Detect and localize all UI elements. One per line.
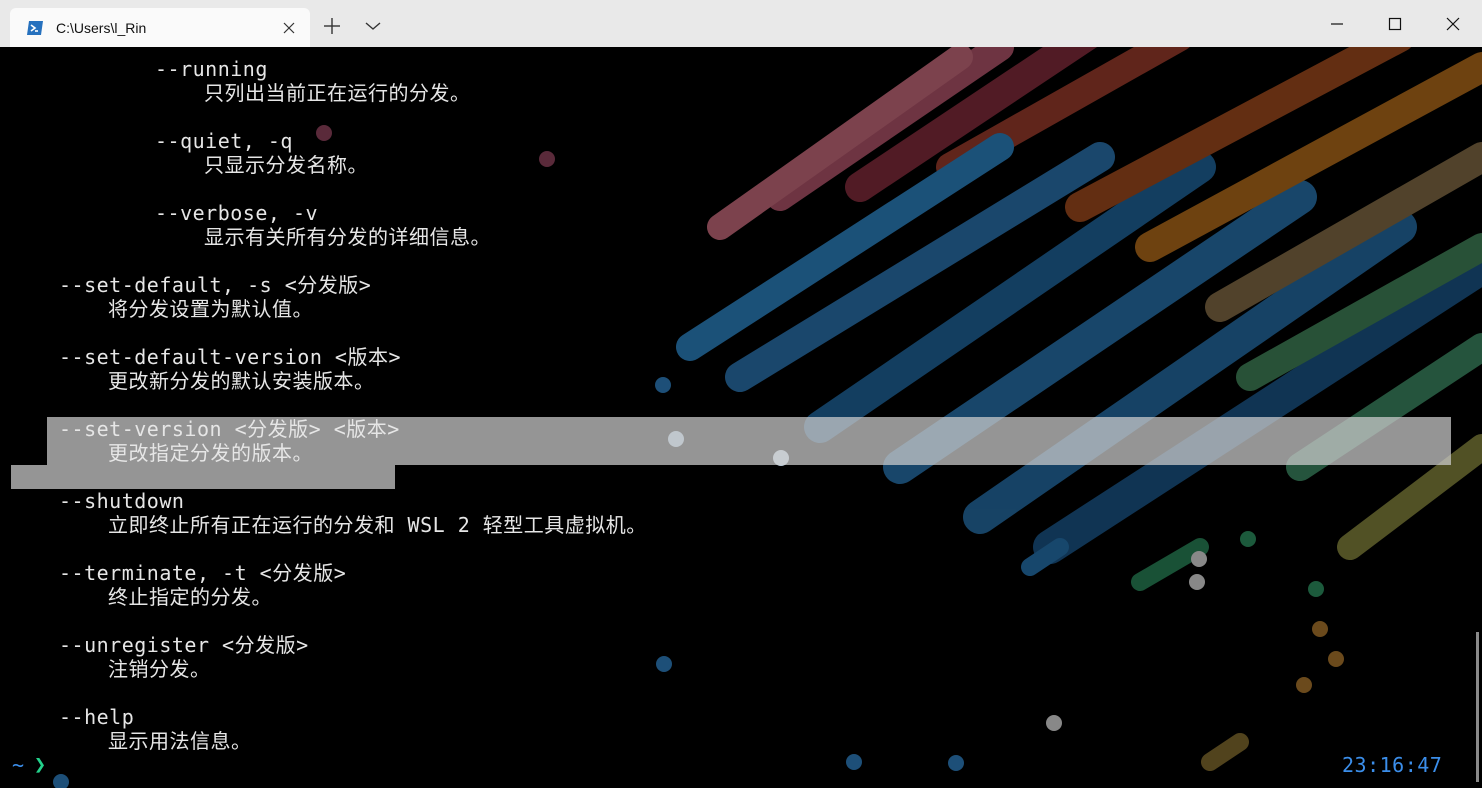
option-shutdown-desc: 立即终止所有正在运行的分发和 WSL 2 轻型工具虚拟机。 — [108, 513, 647, 537]
option-terminate: --terminate, -t <分发版> — [59, 561, 347, 585]
option-set-default-version: --set-default-version <版本> — [59, 345, 401, 369]
minimize-icon — [1331, 22, 1343, 25]
option-help: --help — [59, 705, 135, 729]
close-window-button[interactable] — [1428, 0, 1478, 47]
option-quiet: --quiet, -q — [155, 129, 293, 153]
option-verbose-desc: 显示有关所有分发的详细信息。 — [204, 225, 491, 249]
option-set-version-desc: 更改指定分发的版本。 — [108, 441, 313, 465]
tab-close-button[interactable] — [274, 13, 304, 43]
new-tab-button[interactable] — [314, 8, 350, 44]
powershell-icon — [27, 20, 43, 35]
terminal-pane[interactable]: --running 只列出当前正在运行的分发。 --quiet, -q 只显示分… — [0, 47, 1482, 788]
profile-dropdown-button[interactable] — [355, 8, 391, 44]
maximize-icon — [1388, 17, 1402, 30]
option-set-default-version-desc: 更改新分发的默认安装版本。 — [108, 369, 375, 393]
option-quiet-desc: 只显示分发名称。 — [204, 153, 368, 177]
chevron-down-icon — [365, 22, 381, 30]
tab-title: C:\Users\l_Rin — [56, 19, 147, 36]
scrollbar-thumb[interactable] — [1476, 632, 1479, 782]
option-unregister-desc: 注销分发。 — [108, 657, 211, 681]
close-icon — [283, 22, 295, 33]
prompt-path: ~ — [12, 753, 25, 777]
option-set-default: --set-default, -s <分发版> — [59, 273, 372, 297]
maximize-button[interactable] — [1370, 0, 1420, 47]
prompt-clock: 23:16:47 — [1342, 753, 1443, 777]
option-running: --running — [155, 57, 268, 81]
option-help-desc: 显示用法信息。 — [108, 729, 252, 753]
prompt-arrow: ❯ — [34, 752, 47, 776]
plus-icon — [324, 18, 340, 34]
option-shutdown: --shutdown — [59, 489, 185, 513]
option-verbose: --verbose, -v — [155, 201, 319, 225]
option-set-default-desc: 将分发设置为默认值。 — [108, 297, 313, 321]
option-unregister: --unregister <分发版> — [59, 633, 309, 657]
close-window-icon — [1446, 17, 1460, 30]
minimize-button[interactable] — [1312, 0, 1362, 47]
option-terminate-desc: 终止指定的分发。 — [108, 585, 272, 609]
option-running-desc: 只列出当前正在运行的分发。 — [204, 81, 471, 105]
title-bar: C:\Users\l_Rin — [0, 0, 1482, 47]
option-set-version: --set-version <分发版> <版本> — [59, 417, 400, 441]
terminal-tab[interactable]: C:\Users\l_Rin — [10, 8, 310, 47]
